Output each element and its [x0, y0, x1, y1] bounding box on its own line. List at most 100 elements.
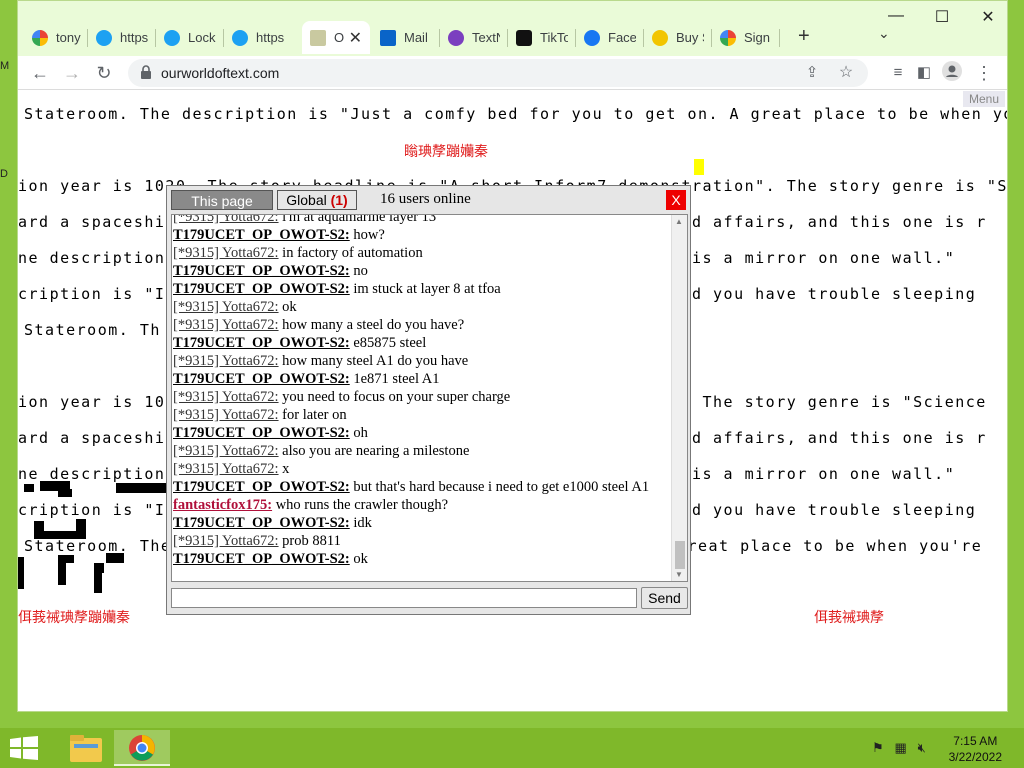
- block-art-pixel: [94, 571, 102, 593]
- world-canvas[interactable]: Menu Stateroom. The description is "Just…: [18, 91, 1007, 711]
- share-icon[interactable]: ⇪: [800, 61, 824, 85]
- tab-title: O: [334, 30, 345, 45]
- chat-nickname[interactable]: [*9315] Yotta672:: [173, 299, 279, 315]
- chat-message-text: e85875 steel: [349, 335, 427, 351]
- chat-nickname[interactable]: T179UCET_OP_OWOT-S2:: [173, 263, 350, 279]
- chat-message-text: ok: [349, 551, 368, 567]
- chat-message: T179UCET_OP_OWOT-S2: ok: [173, 550, 668, 568]
- red-glyph-text: 佴莪祴琠孷蹦孏秦: [18, 609, 130, 625]
- tab-0[interactable]: tony: [24, 21, 88, 54]
- chat-message: T179UCET_OP_OWOT-S2: oh: [173, 424, 668, 442]
- chat-nickname[interactable]: T179UCET_OP_OWOT-S2:: [173, 479, 350, 495]
- chat-nickname[interactable]: [*9315] Yotta672:: [173, 533, 279, 549]
- tab-6[interactable]: TextN: [440, 21, 508, 54]
- chat-nickname[interactable]: T179UCET_OP_OWOT-S2:: [173, 335, 350, 351]
- tab-10[interactable]: Sign: [712, 21, 780, 54]
- page-icon: [310, 29, 326, 46]
- tab-3[interactable]: https: [224, 21, 292, 54]
- chat-nickname[interactable]: [*9315] Yotta672:: [173, 317, 279, 333]
- minimize-button[interactable]: —: [876, 7, 916, 25]
- maximize-button[interactable]: ☐: [922, 7, 962, 27]
- file-explorer-icon[interactable]: [58, 730, 114, 766]
- chat-send-button[interactable]: Send: [641, 587, 688, 609]
- tab-8[interactable]: Faceb: [576, 21, 644, 54]
- chat-nickname[interactable]: [*9315] Yotta672:: [173, 461, 279, 477]
- chat-nickname[interactable]: [*9315] Yotta672:: [173, 215, 279, 225]
- chat-nickname[interactable]: [*9315] Yotta672:: [173, 443, 279, 459]
- reload-icon[interactable]: ↻: [92, 61, 116, 85]
- chat-nickname[interactable]: T179UCET_OP_OWOT-S2:: [173, 551, 350, 567]
- chat-nickname[interactable]: [*9315] Yotta672:: [173, 245, 279, 261]
- address-bar[interactable]: ourworldoftext.com ⇪ ☆: [128, 59, 868, 87]
- chat-message-text: how?: [349, 227, 385, 243]
- lock-icon: [141, 65, 151, 79]
- chat-tab-global[interactable]: Global (1): [277, 190, 357, 210]
- window-close-button[interactable]: ✕: [968, 7, 1008, 27]
- chat-input[interactable]: [171, 588, 637, 608]
- tab-2[interactable]: Locke: [156, 21, 224, 54]
- chat-nickname[interactable]: [*9315] Yotta672:: [173, 353, 279, 369]
- textnow-icon: [448, 29, 464, 46]
- chat-tab-this-page[interactable]: This page: [171, 190, 273, 210]
- global-unread-count: (1): [330, 192, 348, 208]
- new-tab-button[interactable]: +: [798, 25, 810, 48]
- tab-7[interactable]: TikTo: [508, 21, 576, 54]
- url-text: ourworldoftext.com: [161, 65, 280, 81]
- scroll-thumb[interactable]: [675, 541, 685, 569]
- kebab-menu-icon[interactable]: ⋮: [972, 61, 996, 85]
- tab-title: TikTo: [540, 30, 568, 45]
- chrome-taskbar-icon[interactable]: [114, 730, 170, 766]
- tab-4-active[interactable]: O ✕: [302, 21, 370, 54]
- network-icon[interactable]: ▦: [895, 740, 907, 755]
- chat-message-list[interactable]: [*9315] Yotta672: i'm at aquamarine laye…: [171, 214, 688, 582]
- tab-title: https: [256, 30, 284, 45]
- side-panel-icon[interactable]: ◧: [912, 61, 936, 85]
- chat-message-text: idk: [349, 515, 372, 531]
- tab-5[interactable]: Mail: [372, 21, 440, 54]
- reading-list-icon[interactable]: ≡: [886, 61, 910, 85]
- volume-muted-icon[interactable]: 🔇︎: [918, 740, 926, 755]
- forward-arrow-icon[interactable]: →: [60, 61, 84, 85]
- tab-9[interactable]: Buy S: [644, 21, 712, 54]
- tab-close-icon[interactable]: ✕: [349, 28, 362, 48]
- browser-toolbar: ← → ↻ ourworldoftext.com ⇪ ☆ ≡ ◧ ⋮: [18, 56, 1007, 90]
- chat-message-text: ok: [278, 299, 297, 315]
- scroll-up-icon[interactable]: ▲: [675, 217, 683, 226]
- tab-title: Sign: [744, 30, 771, 45]
- twitter-icon: [232, 29, 248, 46]
- tab-1[interactable]: https: [88, 21, 156, 54]
- chat-nickname[interactable]: T179UCET_OP_OWOT-S2:: [173, 281, 350, 297]
- chat-message: T179UCET_OP_OWOT-S2: but that's hard bec…: [173, 478, 668, 496]
- chat-nickname[interactable]: T179UCET_OP_OWOT-S2:: [173, 227, 350, 243]
- scroll-down-icon[interactable]: ▼: [675, 570, 683, 579]
- windows-start-icon[interactable]: [10, 736, 38, 760]
- chat-scrollbar[interactable]: ▲ ▼: [671, 215, 687, 581]
- chat-message: T179UCET_OP_OWOT-S2: 1e871 steel A1: [173, 370, 668, 388]
- chat-nickname[interactable]: [*9315] Yotta672:: [173, 389, 279, 405]
- chat-nickname[interactable]: T179UCET_OP_OWOT-S2:: [173, 515, 350, 531]
- block-art-pixel: [106, 553, 124, 563]
- chat-message-text: how many steel A1 do you have: [278, 353, 469, 369]
- profile-avatar-icon[interactable]: [940, 61, 964, 85]
- flag-icon[interactable]: ⚑: [872, 740, 884, 755]
- block-art-pixel: [58, 489, 72, 497]
- chat-nickname[interactable]: [*9315] Yotta672:: [173, 407, 279, 423]
- chat-nickname[interactable]: T179UCET_OP_OWOT-S2:: [173, 371, 350, 387]
- chat-message-text: i'm at aquamarine layer 13: [278, 214, 437, 225]
- chat-message: [*9315] Yotta672: x: [173, 460, 668, 478]
- block-art-pixel: [18, 557, 24, 589]
- chat-nickname[interactable]: T179UCET_OP_OWOT-S2:: [173, 425, 350, 441]
- chat-message: T179UCET_OP_OWOT-S2: idk: [173, 514, 668, 532]
- chat-nickname[interactable]: fantasticfox175:: [173, 497, 272, 513]
- tab-search-button[interactable]: ⌄: [878, 25, 890, 42]
- block-art-pixel: [58, 555, 66, 585]
- back-arrow-icon[interactable]: ←: [28, 61, 52, 85]
- system-clock[interactable]: 7:15 AM 3/22/2022: [949, 733, 1002, 765]
- twitter-icon: [164, 29, 180, 46]
- chat-close-button[interactable]: X: [666, 190, 686, 210]
- chat-message: T179UCET_OP_OWOT-S2: how?: [173, 226, 668, 244]
- bookmark-star-icon[interactable]: ☆: [834, 61, 858, 85]
- chat-message: [*9315] Yotta672: in factory of automati…: [173, 244, 668, 262]
- tiktok-icon: [516, 29, 532, 46]
- chat-message: [*9315] Yotta672: you need to focus on y…: [173, 388, 668, 406]
